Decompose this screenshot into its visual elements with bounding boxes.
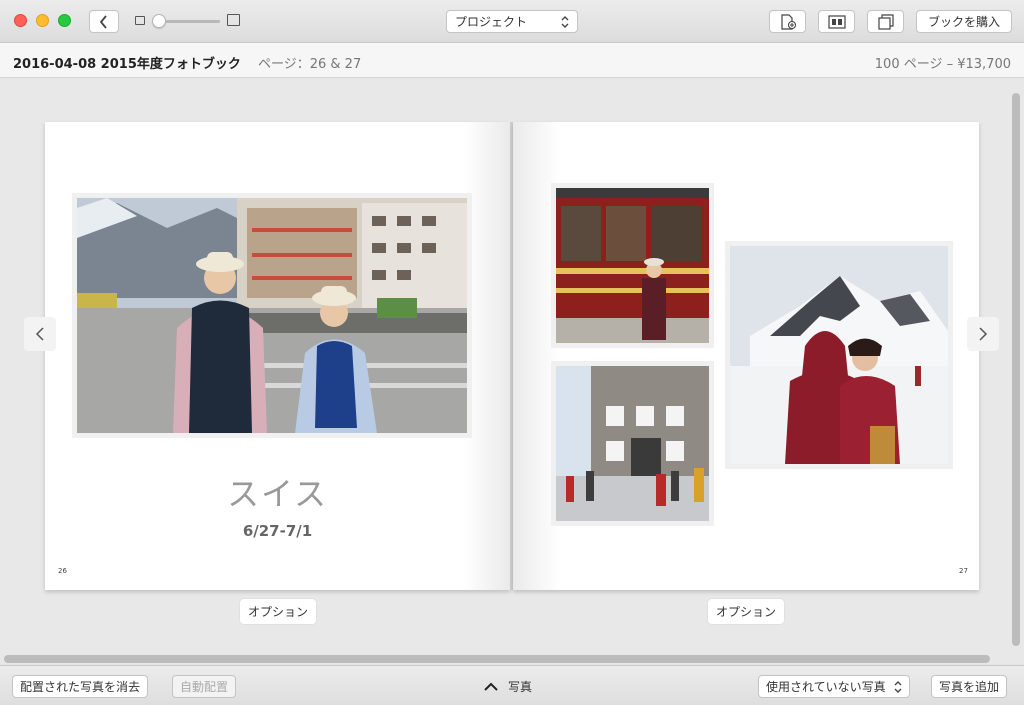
add-page-button[interactable] xyxy=(769,10,806,33)
unused-photos-select[interactable]: 使用されていない写真 xyxy=(758,675,910,698)
title-bar: プロジェクト ブックを購入 xyxy=(0,0,1024,43)
small-photo-icon xyxy=(135,16,145,25)
add-photos-label: 写真を追加 xyxy=(939,680,1000,694)
building-photo[interactable] xyxy=(556,366,709,521)
station-photo[interactable] xyxy=(77,198,467,433)
buy-book-button[interactable]: ブックを購入 xyxy=(916,10,1012,33)
photo-slot-train[interactable] xyxy=(551,183,714,348)
photos-toggle[interactable]: 写真 xyxy=(484,678,532,695)
chevron-up-down-icon xyxy=(894,680,902,693)
project-select[interactable]: プロジェクト xyxy=(446,10,578,33)
minimize-window-button[interactable] xyxy=(36,14,49,27)
left-options-label: オプション xyxy=(248,605,309,619)
chevron-right-icon xyxy=(979,327,988,341)
photos-toggle-label: 写真 xyxy=(508,680,533,694)
clear-placed-photos-button[interactable]: 配置された写真を消去 xyxy=(12,675,149,698)
page-heading[interactable]: スイス xyxy=(45,469,510,515)
chevron-up-icon xyxy=(484,682,498,691)
right-options-label: オプション xyxy=(716,605,777,619)
add-page-icon xyxy=(780,13,796,30)
unused-photos-label: 使用されていない写真 xyxy=(766,680,886,694)
price-info: 100 ページ – ¥13,700 xyxy=(874,57,1011,72)
zoom-slider-knob[interactable] xyxy=(152,14,166,28)
add-photos-button[interactable]: 写真を追加 xyxy=(931,675,1008,698)
photo-slot-building[interactable] xyxy=(551,361,714,526)
right-page-number: 27 xyxy=(959,567,968,575)
right-page-options-button[interactable]: オプション xyxy=(708,599,785,624)
horizontal-scrollbar-thumb[interactable] xyxy=(4,655,990,663)
chevron-left-icon xyxy=(99,14,107,29)
left-page-options-button[interactable]: オプション xyxy=(240,599,317,624)
page-view-icon xyxy=(877,13,894,30)
autoflow-label: 自動配置 xyxy=(180,680,229,694)
book-title: 2016-04-08 2015年度フォトブック xyxy=(13,57,241,72)
back-button[interactable] xyxy=(89,10,119,33)
project-select-label: プロジェクト xyxy=(455,15,528,29)
vertical-scrollbar[interactable] xyxy=(1012,93,1020,646)
layout-icon xyxy=(827,14,846,29)
book-canvas: スイス 6/27-7/1 26 27 オプション オプション xyxy=(0,79,1024,654)
photo-slot-main[interactable] xyxy=(72,193,472,438)
chevron-up-down-icon xyxy=(561,15,569,28)
buy-book-label: ブックを購入 xyxy=(927,15,1000,29)
info-bar: 2016-04-08 2015年度フォトブック ページ：26 & 27 100 … xyxy=(0,43,1024,78)
horizontal-scrollbar[interactable] xyxy=(0,654,1024,664)
autoflow-button[interactable]: 自動配置 xyxy=(172,675,237,698)
page-view-button[interactable] xyxy=(867,10,904,33)
clear-placed-photos-label: 配置された写真を消去 xyxy=(20,680,141,694)
left-page-number: 26 xyxy=(58,567,67,575)
bottom-bar: 配置された写真を消去 自動配置 写真 使用されていない写真 写真を追加 xyxy=(0,665,1024,705)
page-dates[interactable]: 6/27-7/1 xyxy=(45,522,510,540)
zoom-slider[interactable] xyxy=(135,13,241,29)
previous-page-button[interactable] xyxy=(24,317,56,351)
photo-slot-mountain[interactable] xyxy=(725,241,953,469)
close-window-button[interactable] xyxy=(14,14,27,27)
layout-button[interactable] xyxy=(818,10,855,33)
zoom-window-button[interactable] xyxy=(58,14,71,27)
mountain-photo[interactable] xyxy=(730,246,948,464)
train-photo[interactable] xyxy=(556,188,709,343)
chevron-left-icon xyxy=(35,327,44,341)
page-info: ページ：26 & 27 xyxy=(258,57,362,72)
next-page-button[interactable] xyxy=(967,317,999,351)
large-photo-icon xyxy=(227,14,240,26)
